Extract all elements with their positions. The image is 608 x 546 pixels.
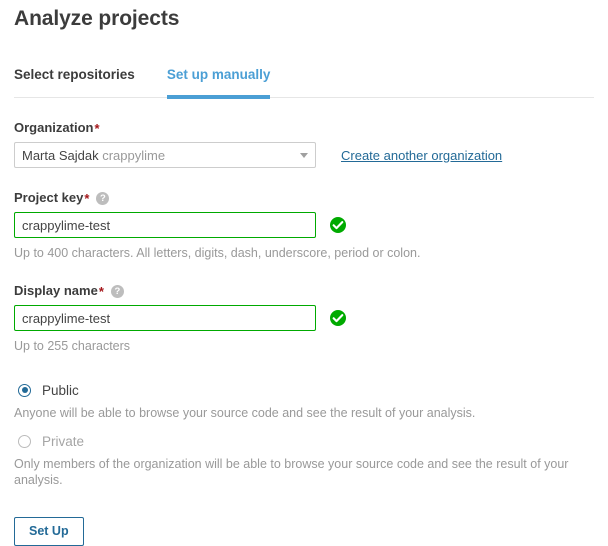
display-name-label-text: Display name [14,283,98,298]
public-description: Anyone will be able to browse your sourc… [14,406,476,420]
tab-select-repositories[interactable]: Select repositories [14,67,135,99]
organization-field: Organization * Marta Sajdak crappylime Cr… [14,120,594,168]
display-name-hint: Up to 255 characters [14,339,131,353]
project-key-field: Project key* Up to 400 characters. All l… [14,190,594,261]
visibility-options: Public Anyone will be able to browse you… [14,381,594,488]
organization-label-text: Organization [14,120,94,135]
organization-owner-name: Marta Sajdak [22,147,99,163]
analyze-projects-page: Analyze projects Select repositories Set… [0,0,608,546]
page-title: Analyze projects [14,7,180,30]
organization-select[interactable]: Marta Sajdak crappylime [14,142,316,168]
check-circle-icon [330,217,346,233]
radio-option-private[interactable]: Private [14,432,594,450]
radio-public-label: Public [42,382,79,398]
radio-option-public[interactable]: Public [14,381,594,399]
organization-label: Organization * [14,120,594,136]
help-icon[interactable] [96,191,110,205]
required-asterisk: * [84,191,90,206]
organization-selected-value: Marta Sajdak crappylime [22,148,165,163]
required-asterisk: * [98,284,104,299]
check-circle-icon [330,310,346,326]
display-name-input[interactable] [14,305,316,331]
radio-private-label: Private [42,433,85,449]
radio-public-input[interactable] [18,383,31,397]
tab-bar: Select repositories Set up manually [14,66,594,99]
display-name-input-row [14,305,594,331]
project-key-input[interactable] [14,212,316,238]
project-key-input-row [14,212,594,238]
organization-key: crappylime [102,147,166,163]
organization-row: Marta Sajdak crappylime Create another o… [14,142,594,168]
project-key-label-text: Project key [14,190,84,205]
project-key-label: Project key * [14,190,594,206]
radio-private-input[interactable] [18,434,31,448]
display-name-label: Display name * [14,283,594,299]
create-another-organization-link[interactable]: Create another organization [341,148,502,163]
private-description: Only members of the organization will be… [14,457,569,487]
set-up-button[interactable]: Set Up [14,517,84,546]
project-key-hint: Up to 400 characters. All letters, digit… [14,246,421,260]
chevron-down-icon [300,152,308,158]
display-name-field: Display name* Up to 255 characters [14,283,594,354]
help-icon[interactable] [110,284,124,298]
tab-set-up-manually[interactable]: Set up manually [166,67,271,99]
required-asterisk: * [94,121,100,136]
